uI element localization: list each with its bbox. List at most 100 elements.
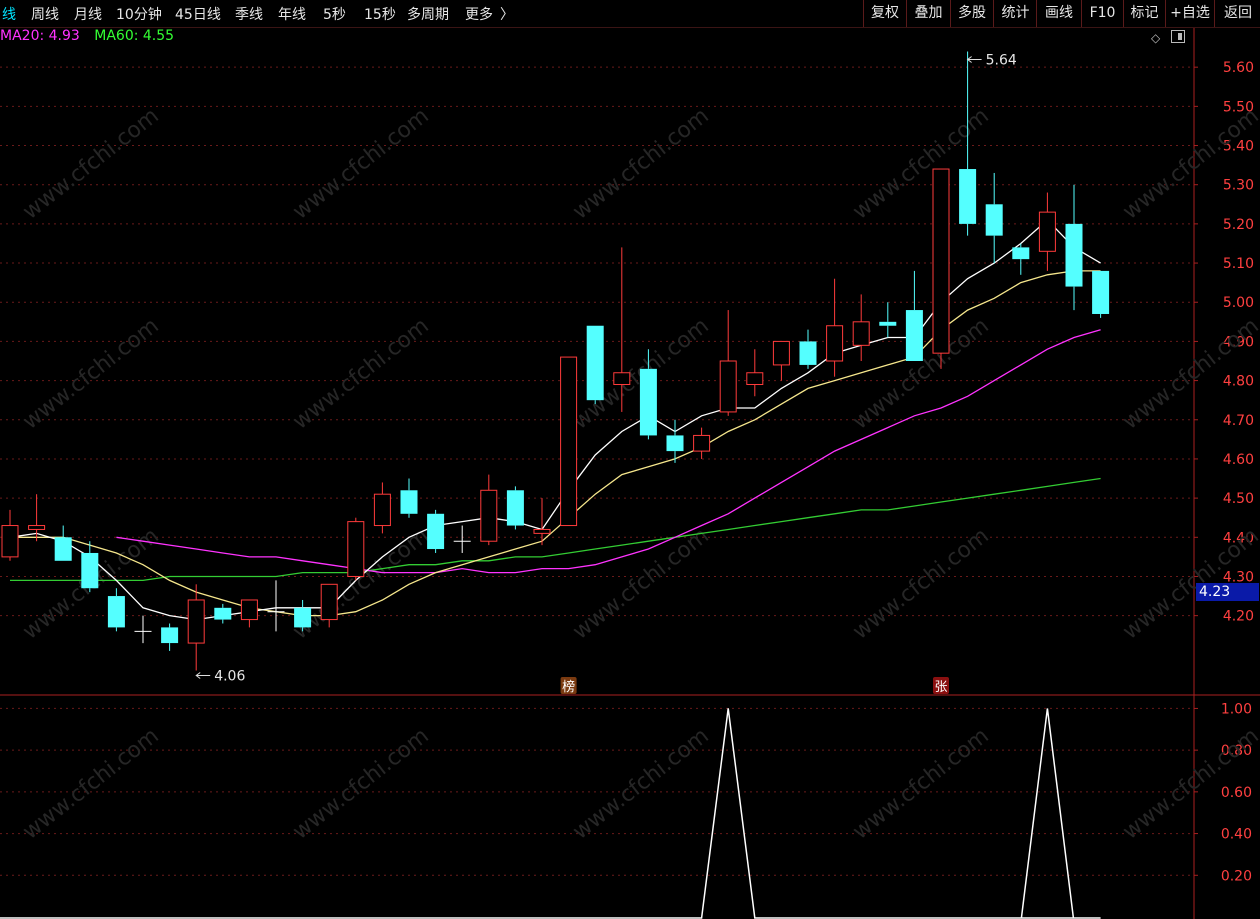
price-tick-label: 4.20 bbox=[1223, 609, 1254, 625]
candle bbox=[480, 474, 498, 546]
candle bbox=[985, 172, 1003, 264]
candle-body bbox=[852, 321, 870, 346]
candle-body bbox=[1065, 223, 1083, 287]
candle-body bbox=[879, 321, 897, 326]
candle-body bbox=[746, 372, 764, 386]
candle-body bbox=[294, 607, 312, 628]
watermark-text: www.cfchi.com bbox=[18, 723, 163, 844]
high-price-label: 5.64 bbox=[986, 53, 1017, 69]
watermark-text: www.cfchi.com bbox=[288, 723, 433, 844]
candle-body bbox=[533, 528, 551, 534]
watermark-text: www.cfchi.com bbox=[848, 523, 993, 644]
candle-body bbox=[187, 599, 205, 644]
candle-body bbox=[639, 368, 657, 436]
price-tick-label: 4.60 bbox=[1223, 452, 1254, 468]
candle-body bbox=[1, 525, 19, 558]
indicator-tick-label: 0.60 bbox=[1221, 785, 1252, 801]
price-tick-label: 5.60 bbox=[1223, 60, 1254, 76]
candle bbox=[852, 294, 870, 361]
price-tick-label: 5.30 bbox=[1223, 178, 1254, 194]
candle-body bbox=[480, 489, 498, 542]
candle-body bbox=[400, 490, 418, 514]
candle-body bbox=[905, 310, 923, 361]
low-price-label: 4.06 bbox=[214, 668, 245, 684]
candle bbox=[107, 588, 125, 632]
candle bbox=[347, 517, 365, 581]
candle-body bbox=[959, 169, 977, 224]
candle-body bbox=[427, 513, 445, 550]
candle-body bbox=[985, 204, 1003, 236]
candle bbox=[373, 482, 391, 534]
watermark-text: www.cfchi.com bbox=[848, 723, 993, 844]
indicator-spike bbox=[1020, 708, 1075, 919]
candle bbox=[427, 509, 445, 553]
watermark-text: www.cfchi.com bbox=[568, 723, 713, 844]
candle bbox=[586, 325, 604, 405]
candle-body bbox=[373, 493, 391, 527]
candle bbox=[294, 599, 312, 632]
watermark-text: www.cfchi.com bbox=[18, 103, 163, 224]
candle bbox=[1038, 192, 1056, 271]
watermark-text: www.cfchi.com bbox=[288, 313, 433, 434]
candle-body bbox=[161, 627, 179, 644]
candle-body bbox=[54, 537, 72, 561]
candle-body bbox=[1038, 211, 1056, 252]
candle-body bbox=[1012, 247, 1030, 260]
candle bbox=[214, 603, 232, 624]
candle-body bbox=[81, 552, 99, 589]
candle bbox=[267, 580, 285, 632]
candle bbox=[400, 478, 418, 518]
candle bbox=[506, 486, 524, 530]
candle bbox=[746, 349, 764, 397]
candle-body bbox=[719, 360, 737, 413]
price-tick-label: 5.00 bbox=[1223, 295, 1254, 311]
price-tick-label: 4.70 bbox=[1223, 413, 1254, 429]
candle bbox=[826, 278, 844, 377]
candle-body bbox=[772, 340, 790, 366]
candle bbox=[161, 623, 179, 651]
event-marker-bang: 榜 bbox=[562, 679, 575, 695]
candle bbox=[719, 310, 737, 416]
candle-body bbox=[693, 434, 711, 452]
event-marker-zhang: 张 bbox=[934, 680, 947, 695]
candle bbox=[1092, 270, 1110, 318]
candle bbox=[905, 270, 923, 361]
low-arrow-icon bbox=[195, 672, 211, 679]
candle bbox=[54, 525, 72, 561]
candle-body bbox=[586, 325, 604, 401]
candle-body bbox=[28, 525, 46, 530]
price-tick-label: 4.80 bbox=[1223, 374, 1254, 390]
watermark-text: www.cfchi.com bbox=[288, 103, 433, 224]
candle-body bbox=[240, 599, 258, 621]
candle-body bbox=[214, 607, 232, 620]
candle bbox=[932, 168, 950, 369]
candle-body bbox=[560, 356, 578, 527]
candle bbox=[187, 584, 205, 671]
candle bbox=[693, 427, 711, 459]
ma20-line bbox=[116, 329, 1101, 574]
indicator-tick-label: 0.20 bbox=[1221, 868, 1252, 884]
watermark-text: www.cfchi.com bbox=[18, 313, 163, 434]
candle-body bbox=[613, 372, 631, 386]
candle bbox=[134, 615, 152, 644]
candle-body bbox=[666, 435, 684, 452]
candle bbox=[1012, 243, 1030, 275]
price-tick-label: 5.20 bbox=[1223, 217, 1254, 233]
candle bbox=[772, 340, 790, 381]
candle bbox=[560, 356, 578, 527]
candle-body bbox=[826, 325, 844, 362]
candle bbox=[799, 329, 817, 369]
candle bbox=[453, 525, 471, 553]
candle bbox=[879, 302, 897, 338]
candle-body bbox=[932, 168, 950, 354]
high-arrow-icon bbox=[966, 56, 982, 63]
indicator-tick-label: 1.00 bbox=[1221, 701, 1252, 717]
candle-body bbox=[107, 596, 125, 628]
current-price-tag: 4.23 bbox=[1196, 583, 1259, 601]
candle bbox=[240, 599, 258, 628]
kline-chart[interactable]: 5.605.505.405.305.205.105.004.904.804.70… bbox=[0, 0, 1260, 919]
indicator-tick-label: 0.40 bbox=[1221, 827, 1252, 843]
candle-body bbox=[1092, 270, 1110, 314]
candle-body bbox=[799, 341, 817, 365]
watermark-text: www.cfchi.com bbox=[568, 103, 713, 224]
